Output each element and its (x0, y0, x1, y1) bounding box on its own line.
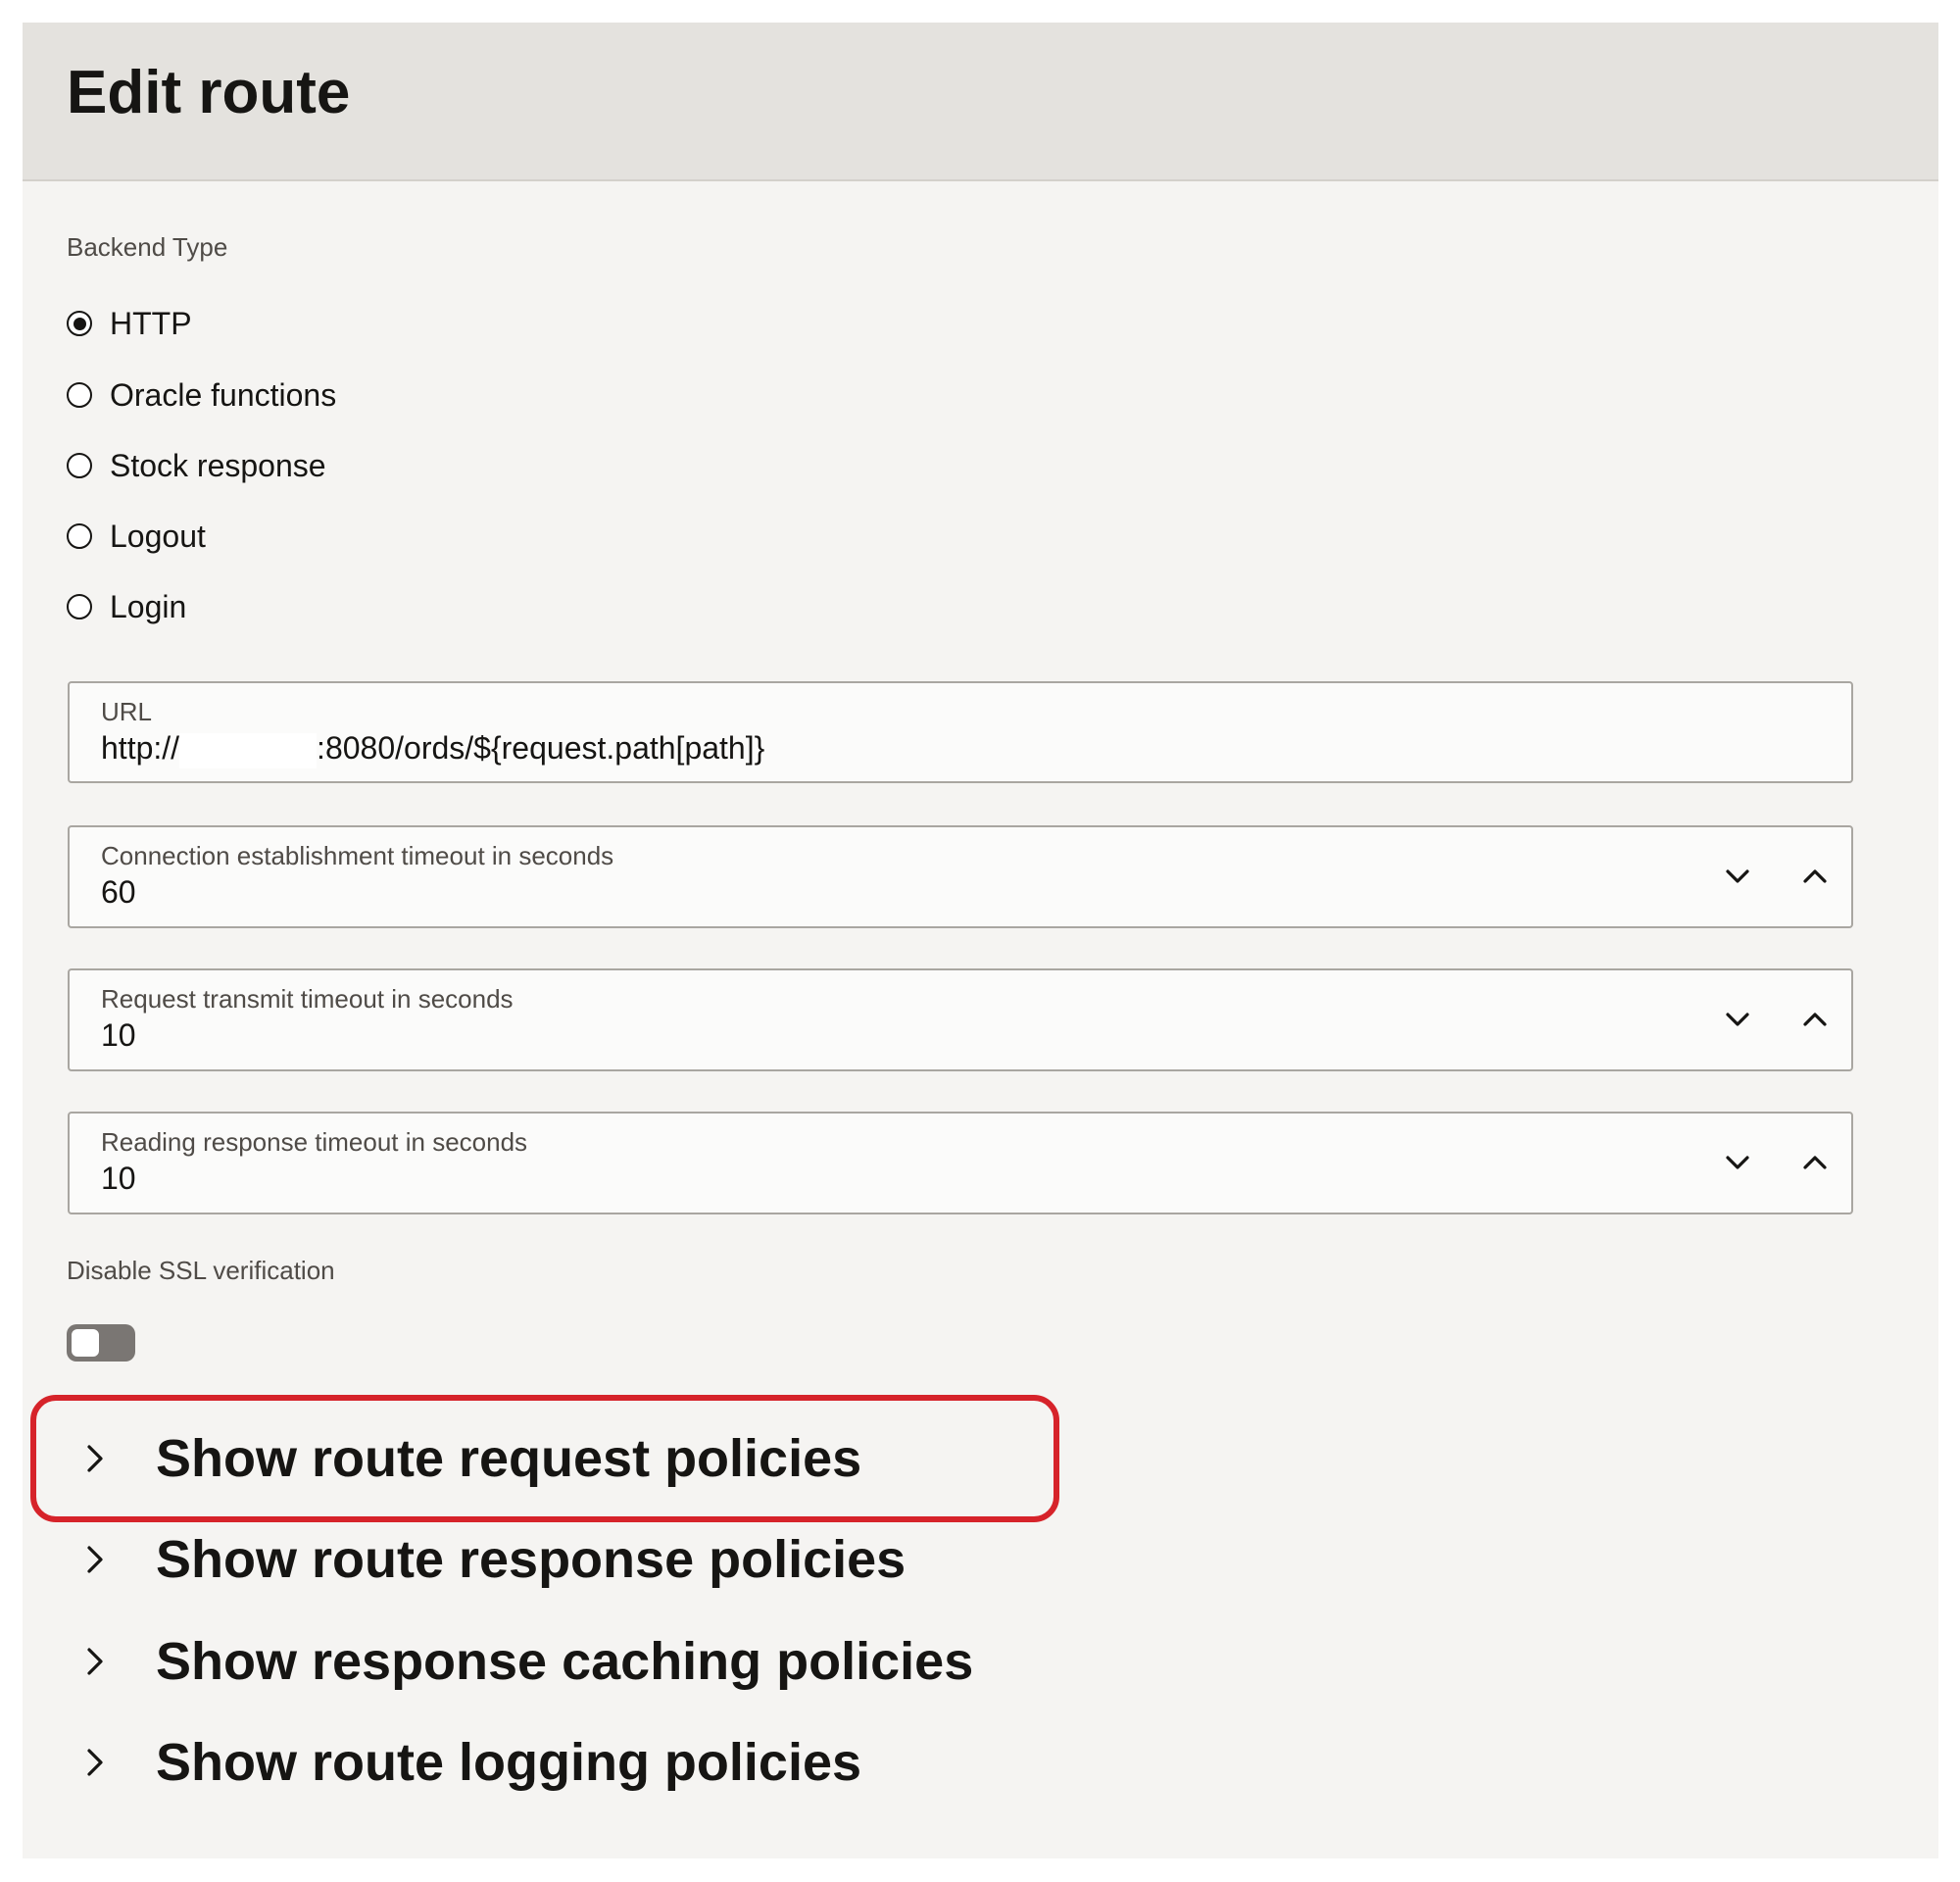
url-field-value[interactable]: http:// :8080/ords/${request.path[path]} (101, 730, 1571, 768)
chevron-down-icon (1726, 1156, 1749, 1169)
toggle-knob (70, 1327, 101, 1359)
chevron-down-icon (1726, 1013, 1749, 1026)
url-field-label: URL (101, 697, 153, 726)
reading-response-timeout-increment-button[interactable] (1795, 1143, 1835, 1182)
radio-login[interactable]: Login (67, 585, 186, 628)
logging-policies-label: Show route logging policies (156, 1733, 862, 1792)
request-transmit-timeout-decrement-button[interactable] (1718, 1000, 1757, 1039)
connection-timeout-value[interactable]: 60 (101, 874, 1571, 911)
edit-route-panel: Edit route Backend Type HTTP Oracle func… (23, 23, 1938, 1858)
radio-logout[interactable]: Logout (67, 515, 206, 558)
panel-header: Edit route (23, 23, 1938, 181)
chevron-right-icon (77, 1745, 113, 1780)
connection-timeout-increment-button[interactable] (1795, 857, 1835, 896)
chevron-right-icon (77, 1542, 113, 1577)
chevron-up-icon (1803, 1156, 1827, 1169)
redacted-host (179, 732, 318, 768)
request-transmit-timeout-label: Request transmit timeout in seconds (101, 984, 514, 1014)
radio-stock-response-label: Stock response (110, 447, 326, 483)
disable-ssl-toggle[interactable] (67, 1324, 135, 1362)
reading-response-timeout-decrement-button[interactable] (1718, 1143, 1757, 1182)
radio-oracle-functions-circle[interactable] (67, 382, 92, 408)
url-value-suffix: :8080/ords/${request.path[path]} (317, 730, 765, 766)
caching-policies-label: Show response caching policies (156, 1632, 974, 1691)
show-route-request-policies[interactable]: Show route request policies (77, 1419, 861, 1498)
radio-oracle-functions-label: Oracle functions (110, 376, 337, 413)
radio-http-circle[interactable] (67, 311, 92, 336)
chevron-right-icon (77, 1441, 113, 1476)
radio-stock-response[interactable]: Stock response (67, 444, 326, 487)
url-field[interactable]: URL http:// :8080/ords/${request.path[pat… (68, 681, 1853, 783)
reading-response-timeout-label: Reading response timeout in seconds (101, 1127, 528, 1157)
radio-http-label: HTTP (110, 305, 192, 341)
show-response-caching-policies[interactable]: Show response caching policies (77, 1622, 973, 1701)
show-route-response-policies[interactable]: Show route response policies (77, 1520, 906, 1599)
request-transmit-timeout-increment-button[interactable] (1795, 1000, 1835, 1039)
chevron-up-icon (1803, 869, 1827, 883)
radio-http[interactable]: HTTP (67, 302, 192, 345)
radio-logout-label: Logout (110, 518, 206, 554)
chevron-down-icon (1726, 869, 1749, 883)
chevron-up-icon (1803, 1013, 1827, 1026)
backend-type-label: Backend Type (67, 232, 228, 262)
connection-timeout-label: Connection establishment timeout in seco… (101, 841, 614, 870)
response-policies-label: Show route response policies (156, 1530, 906, 1589)
radio-stock-response-circle[interactable] (67, 453, 92, 478)
url-value-prefix: http:// (101, 730, 180, 766)
request-transmit-timeout-value[interactable]: 10 (101, 1017, 1571, 1054)
request-policies-label: Show route request policies (156, 1429, 862, 1488)
connection-timeout-decrement-button[interactable] (1718, 857, 1757, 896)
request-transmit-timeout-field[interactable]: Request transmit timeout in seconds 10 (68, 968, 1853, 1071)
radio-login-label: Login (110, 588, 187, 624)
radio-login-circle[interactable] (67, 594, 92, 619)
page-title: Edit route (67, 59, 351, 126)
reading-response-timeout-field[interactable]: Reading response timeout in seconds 10 (68, 1112, 1853, 1214)
disable-ssl-label: Disable SSL verification (67, 1256, 335, 1285)
reading-response-timeout-value[interactable]: 10 (101, 1161, 1571, 1197)
chevron-right-icon (77, 1644, 113, 1679)
show-route-logging-policies[interactable]: Show route logging policies (77, 1723, 861, 1802)
radio-logout-circle[interactable] (67, 523, 92, 549)
radio-oracle-functions[interactable]: Oracle functions (67, 373, 336, 417)
connection-timeout-field[interactable]: Connection establishment timeout in seco… (68, 825, 1853, 928)
